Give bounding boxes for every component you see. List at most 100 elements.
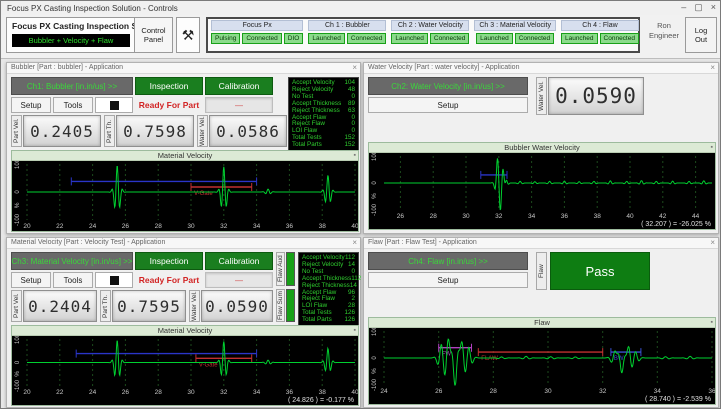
status-group-title: Focus Px (211, 20, 303, 31)
pass-indicator: Pass (550, 252, 650, 290)
svg-text:V-Gate: V-Gate (199, 362, 218, 368)
display-label: Water Vel. (189, 290, 200, 322)
flaw-result-label: Flaw (536, 252, 547, 290)
status-group: Ch 2 : Water VelocityLaunchedConnected (391, 20, 469, 50)
status-group-title: Ch 2 : Water Velocity (391, 20, 469, 31)
svg-text:28: 28 (490, 388, 498, 395)
svg-text:24: 24 (380, 388, 388, 395)
status-badge: Connected (347, 33, 386, 44)
close-icon[interactable]: × (711, 2, 716, 13)
svg-text:28: 28 (430, 213, 438, 220)
svg-text:-100: -100 (15, 379, 21, 392)
channel3-button[interactable]: Ch3: Material Velocity [in.in/us] >> (11, 252, 133, 270)
setup-button[interactable]: Setup (11, 97, 51, 113)
color-swatch-field (95, 97, 133, 113)
close-icon[interactable]: × (352, 63, 357, 72)
svg-text:34: 34 (253, 389, 261, 396)
chart-flaw: Flaw▪ 242628303234361000-100%FWFLAWBW( 2… (368, 317, 716, 405)
svg-text:30: 30 (187, 389, 195, 396)
close-icon[interactable]: × (352, 238, 357, 247)
control-toolbar: Focus PX Casting Inspection Solution Bub… (1, 15, 720, 59)
status-badge: Connected (242, 33, 281, 44)
inspection-button[interactable]: Inspection (135, 77, 203, 95)
svg-text:-100: -100 (372, 203, 378, 216)
inspection-button[interactable]: Inspection (135, 252, 203, 270)
control-panel-button[interactable]: Control Panel (134, 18, 172, 52)
chart-plot-area[interactable]: 20222426283032343638401000-100%V-Gate( 2… (12, 336, 358, 405)
svg-text:44: 44 (692, 213, 700, 220)
svg-text:34: 34 (528, 213, 536, 220)
color-swatch (110, 101, 119, 110)
status-badge: DIO (284, 33, 304, 44)
setup-button[interactable]: Setup (11, 272, 51, 288)
svg-text:36: 36 (286, 223, 294, 230)
svg-text:100: 100 (15, 336, 21, 344)
setup-button[interactable]: Setup (368, 272, 528, 288)
logout-button[interactable]: Log Out (685, 17, 717, 53)
svg-text:100: 100 (15, 161, 21, 169)
channel4-button[interactable]: Ch4: Flaw [in.in/us] >> (368, 252, 528, 270)
setup-button[interactable]: Setup (368, 97, 528, 113)
flaw-aud-indicator (286, 252, 295, 286)
status-badge: Launched (308, 33, 345, 44)
window-titlebar: Focus PX Casting Inspection Solution - C… (1, 1, 720, 15)
svg-text:FLAW: FLAW (481, 356, 498, 362)
svg-text:100: 100 (372, 328, 378, 336)
app-header-panel: Focus PX Casting Inspection Solution Bub… (6, 17, 173, 53)
panel-titlebar: Flaw [Part : Flaw Test] - Application × (364, 238, 718, 249)
display-label: Part Th. (100, 290, 111, 322)
water-velocity-display: 0.0590 (548, 77, 644, 115)
close-icon[interactable]: × (710, 63, 715, 72)
svg-text:20: 20 (23, 389, 31, 396)
svg-text:28: 28 (155, 223, 163, 230)
svg-text:32: 32 (599, 388, 607, 395)
svg-text:36: 36 (286, 389, 294, 396)
status-groups: Focus PxPulsingConnectedDIOCh 1 : Bubble… (206, 17, 640, 53)
panel-water-velocity: Water Velocity [Part : water velocity] -… (363, 62, 719, 234)
display-label: Water Vel. (197, 115, 208, 147)
user-label: Ron Engineer (647, 21, 681, 41)
chart-plot-area[interactable]: 262830323436384042441000-100%( 32.207 ) … (369, 153, 715, 229)
part-velocity-display: 0.2405 (23, 115, 101, 147)
status-badge: Connected (600, 33, 639, 44)
status-badge: Launched (476, 33, 513, 44)
part-thickness-display: 0.7595 (112, 290, 186, 322)
tools-button[interactable]: ⚒ (176, 17, 200, 53)
svg-text:%: % (371, 368, 378, 374)
chart-plot-area[interactable]: 20222426283032343638401000-100%V-Gate (12, 161, 358, 231)
svg-text:-100: -100 (372, 378, 378, 391)
stat-label: Total Parts (292, 142, 322, 149)
chart-material-velocity: Material Velocity▪ 202224262830323436384… (11, 150, 359, 232)
minimize-icon[interactable]: – (681, 2, 686, 13)
svg-text:36: 36 (561, 213, 569, 220)
svg-text:30: 30 (187, 223, 195, 230)
water-velocity-display: 0.0586 (209, 115, 287, 147)
maximize-icon[interactable]: ▢ (694, 2, 703, 13)
svg-text:26: 26 (435, 388, 443, 395)
svg-text:%: % (371, 193, 378, 199)
svg-text:38: 38 (594, 213, 602, 220)
status-badge: Connected (430, 33, 469, 44)
tools-button[interactable]: Tools (53, 97, 93, 113)
status-badge: Launched (561, 33, 598, 44)
svg-text:-100: -100 (15, 213, 21, 226)
svg-text:( 28.740 ) = -2.539 %: ( 28.740 ) = -2.539 % (645, 396, 711, 403)
svg-text:38: 38 (319, 389, 327, 396)
calibration-button[interactable]: Calibration (205, 77, 273, 95)
svg-text:22: 22 (56, 389, 64, 396)
channel1-button[interactable]: Ch1: Bubbler [in.in/us] >> (11, 77, 133, 95)
svg-text:32: 32 (220, 223, 228, 230)
svg-text:26: 26 (122, 389, 130, 396)
chart-pin-icon: ▪ (711, 143, 713, 153)
app-window: Focus PX Casting Inspection Solution - C… (0, 0, 721, 409)
chart-plot-area[interactable]: 242628303234361000-100%FWFLAWBW( 28.740 … (369, 328, 715, 404)
channel2-button[interactable]: Ch2: Water Velocity [in.in/us] >> (368, 77, 528, 95)
svg-text:34: 34 (654, 388, 662, 395)
part-velocity-display: 0.2404 (23, 290, 97, 322)
svg-text:30: 30 (462, 213, 470, 220)
tools-button[interactable]: Tools (53, 272, 93, 288)
close-icon[interactable]: × (710, 238, 715, 247)
calibration-button[interactable]: Calibration (205, 252, 273, 270)
panel-material-velocity: Material Velocity [Part : Velocity Test]… (6, 237, 361, 408)
status-group-title: Ch 4 : Flaw (561, 20, 639, 31)
